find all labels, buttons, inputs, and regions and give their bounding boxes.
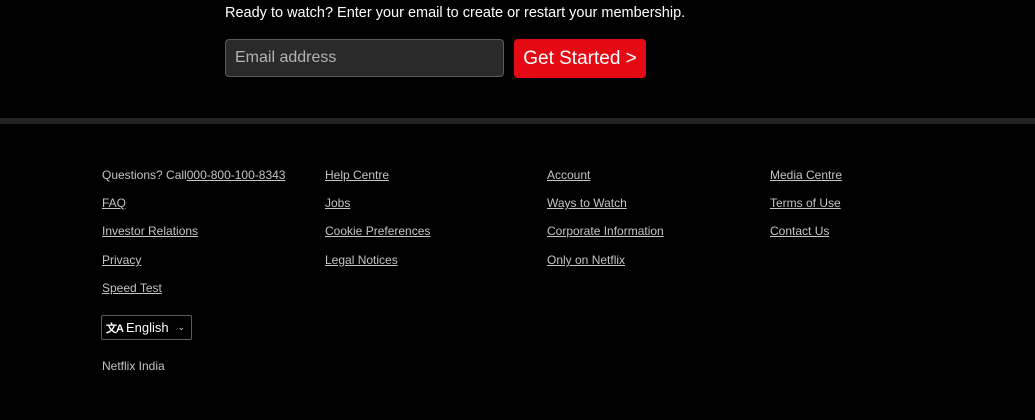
footer-link-legal-notices[interactable]: Legal Notices bbox=[325, 253, 398, 267]
footer-link-speed-test[interactable]: Speed Test bbox=[102, 281, 162, 295]
translate-icon: 文A bbox=[106, 322, 124, 335]
footer-link-investor-relations[interactable]: Investor Relations bbox=[102, 224, 198, 238]
footer-link-media-centre[interactable]: Media Centre bbox=[770, 168, 842, 182]
get-started-button[interactable]: Get Started > bbox=[514, 39, 646, 78]
signup-section: Ready to watch? Enter your email to crea… bbox=[0, 0, 1035, 118]
signup-prompt: Ready to watch? Enter your email to crea… bbox=[225, 5, 686, 21]
footer: Questions? Call000-800-100-8343 FAQ Inve… bbox=[0, 124, 1035, 420]
chevron-down-icon: ⌄ bbox=[177, 322, 185, 332]
footer-link-account[interactable]: Account bbox=[547, 168, 590, 182]
country-label: Netflix India bbox=[102, 359, 165, 373]
phone-link[interactable]: 000-800-100-8343 bbox=[187, 168, 286, 182]
footer-link-ways-to-watch[interactable]: Ways to Watch bbox=[547, 196, 627, 210]
email-field[interactable] bbox=[226, 40, 503, 76]
footer-link-faq[interactable]: FAQ bbox=[102, 196, 126, 210]
footer-link-terms-of-use[interactable]: Terms of Use bbox=[770, 196, 841, 210]
language-selected: English bbox=[125, 320, 169, 335]
footer-questions: Questions? Call000-800-100-8343 bbox=[102, 168, 285, 182]
language-select[interactable]: 文A English ⌄ bbox=[101, 315, 192, 340]
footer-link-privacy[interactable]: Privacy bbox=[102, 253, 141, 267]
footer-link-corporate-information[interactable]: Corporate Information bbox=[547, 224, 664, 238]
footer-link-contact-us[interactable]: Contact Us bbox=[770, 224, 829, 238]
email-field-container[interactable] bbox=[225, 39, 504, 77]
footer-link-cookie-preferences[interactable]: Cookie Preferences bbox=[325, 224, 430, 238]
footer-link-help-centre[interactable]: Help Centre bbox=[325, 168, 389, 182]
questions-label: Questions? Call bbox=[102, 168, 187, 182]
footer-link-jobs[interactable]: Jobs bbox=[325, 196, 350, 210]
footer-link-only-on-netflix[interactable]: Only on Netflix bbox=[547, 253, 625, 267]
